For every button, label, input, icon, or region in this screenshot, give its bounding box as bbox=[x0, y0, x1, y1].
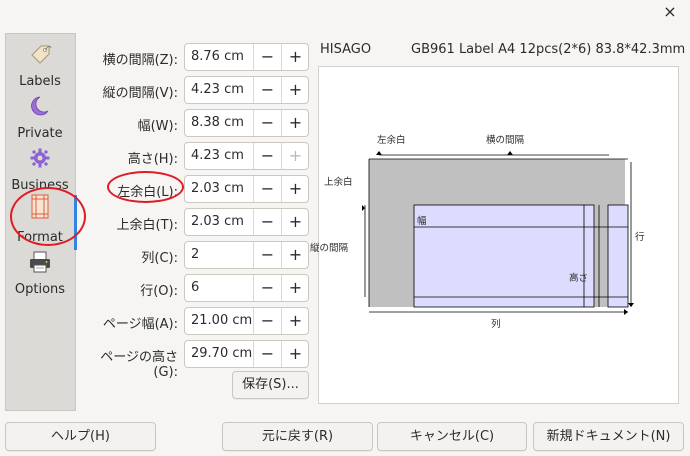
diagram-h-spacing-label: 横の間隔 bbox=[486, 135, 525, 146]
label-cell-1 bbox=[413, 204, 595, 308]
sidebar-item-label: Private bbox=[17, 126, 63, 141]
layout-diagram bbox=[362, 151, 634, 315]
save-button[interactable]: 保存(S)... bbox=[232, 371, 309, 399]
h-spacing-input[interactable]: 8.76 cm bbox=[191, 49, 253, 64]
columns-input[interactable]: 2 bbox=[191, 247, 253, 262]
category-sidebar: Labels Private Business Format Options bbox=[5, 33, 77, 411]
decrement-button[interactable]: − bbox=[253, 176, 281, 202]
diagram-row-label: 行 bbox=[635, 232, 645, 243]
reset-button[interactable]: 元に戻す(R) bbox=[222, 422, 373, 451]
increment-button[interactable]: + bbox=[281, 44, 309, 70]
increment-button: + bbox=[281, 143, 309, 169]
sidebar-item-labels[interactable]: Labels bbox=[6, 40, 74, 92]
increment-button[interactable]: + bbox=[281, 176, 309, 202]
diagram-width-label: 幅 bbox=[417, 216, 427, 227]
field-label: 高さ(H): bbox=[127, 152, 178, 167]
label-tag-icon bbox=[28, 42, 52, 66]
sidebar-item-business[interactable]: Business bbox=[6, 144, 74, 196]
decrement-button[interactable]: − bbox=[253, 308, 281, 334]
field-label: 左余白(L): bbox=[117, 185, 178, 200]
page-height-input[interactable]: 29.70 cm bbox=[191, 346, 253, 361]
field-left-margin: 左余白(L): 2.03 cm − + bbox=[78, 175, 310, 203]
decrement-button[interactable]: − bbox=[253, 143, 281, 169]
decrement-button[interactable]: − bbox=[253, 275, 281, 301]
field-label: ページ幅(A): bbox=[102, 317, 178, 332]
close-icon[interactable]: × bbox=[658, 1, 682, 23]
height-input[interactable]: 4.23 cm bbox=[191, 148, 253, 163]
width-spinbox: 8.38 cm − + bbox=[184, 109, 309, 137]
sidebar-item-label: Options bbox=[14, 282, 66, 297]
field-label: 幅(W): bbox=[137, 119, 178, 134]
preview-brand: HISAGO bbox=[320, 42, 372, 57]
field-columns: 列(C): 2 − + bbox=[78, 241, 310, 269]
sidebar-item-options[interactable]: Options bbox=[6, 248, 74, 300]
printer-icon bbox=[28, 250, 52, 274]
page-width-input[interactable]: 21.00 cm bbox=[191, 313, 253, 328]
field-label: 横の間隔(Z): bbox=[102, 53, 178, 68]
increment-button[interactable]: + bbox=[281, 275, 309, 301]
diagram-top-margin-label: 上余白 bbox=[324, 177, 353, 188]
decrement-button[interactable]: − bbox=[253, 242, 281, 268]
field-label: 縦の間隔(V): bbox=[102, 86, 178, 101]
height-spinbox: 4.23 cm − + bbox=[184, 142, 309, 170]
field-label: 行(O): bbox=[140, 284, 178, 299]
new-document-button[interactable]: 新規ドキュメント(N) bbox=[533, 422, 684, 451]
decrement-button[interactable]: − bbox=[253, 110, 281, 136]
moon-icon bbox=[28, 94, 52, 118]
field-page-width: ページ幅(A): 21.00 cm − + bbox=[78, 307, 310, 335]
rows-spinbox: 6 − + bbox=[184, 274, 309, 302]
field-label: 上余白(T): bbox=[116, 218, 178, 233]
h-spacing-spinbox: 8.76 cm − + bbox=[184, 43, 309, 71]
sidebar-item-label: Labels bbox=[19, 74, 61, 89]
sidebar-item-label: Business bbox=[11, 178, 69, 193]
increment-button[interactable]: + bbox=[281, 308, 309, 334]
field-page-height: ページの高さ(G): 29.70 cm − + bbox=[78, 340, 310, 380]
decrement-button[interactable]: − bbox=[253, 209, 281, 235]
increment-button[interactable]: + bbox=[281, 77, 309, 103]
label-cell-2 bbox=[607, 204, 629, 308]
decrement-button[interactable]: − bbox=[253, 341, 281, 367]
field-label: 列(C): bbox=[141, 251, 178, 266]
diagram-height-label: 高さ bbox=[569, 273, 589, 284]
field-label: ページの高さ(G): bbox=[100, 350, 178, 380]
sidebar-item-label: Format bbox=[17, 230, 63, 245]
diagram-v-spacing-label: 縦の間隔 bbox=[310, 243, 349, 254]
field-top-margin: 上余白(T): 2.03 cm − + bbox=[78, 208, 310, 236]
top-margin-input[interactable]: 2.03 cm bbox=[191, 214, 253, 229]
rows-input[interactable]: 6 bbox=[191, 280, 253, 295]
page-width-spinbox: 21.00 cm − + bbox=[184, 307, 309, 335]
decrement-button[interactable]: − bbox=[253, 44, 281, 70]
increment-button[interactable]: + bbox=[281, 242, 309, 268]
gear-icon bbox=[28, 146, 52, 170]
v-spacing-input[interactable]: 4.23 cm bbox=[191, 82, 253, 97]
increment-button[interactable]: + bbox=[281, 341, 309, 367]
field-v-spacing: 縦の間隔(V): 4.23 cm − + bbox=[78, 76, 310, 104]
window-title-bar: × bbox=[0, 0, 690, 26]
top-margin-spinbox: 2.03 cm − + bbox=[184, 208, 309, 236]
left-margin-spinbox: 2.03 cm − + bbox=[184, 175, 309, 203]
help-button[interactable]: ヘルプ(H) bbox=[5, 422, 156, 451]
page-height-spinbox: 29.70 cm − + bbox=[184, 340, 309, 368]
field-height: 高さ(H): 4.23 cm − + bbox=[78, 142, 310, 170]
field-width: 幅(W): 8.38 cm − + bbox=[78, 109, 310, 137]
columns-spinbox: 2 − + bbox=[184, 241, 309, 269]
left-margin-input[interactable]: 2.03 cm bbox=[191, 181, 253, 196]
field-h-spacing: 横の間隔(Z): 8.76 cm − + bbox=[78, 43, 310, 71]
sidebar-item-private[interactable]: Private bbox=[6, 92, 74, 144]
width-input[interactable]: 8.38 cm bbox=[191, 115, 253, 130]
increment-button[interactable]: + bbox=[281, 209, 309, 235]
active-indicator bbox=[74, 195, 77, 250]
cancel-button[interactable]: キャンセル(C) bbox=[377, 422, 527, 451]
decrement-button[interactable]: − bbox=[253, 77, 281, 103]
increment-button[interactable]: + bbox=[281, 110, 309, 136]
format-page-icon bbox=[28, 194, 52, 219]
sidebar-item-format[interactable]: Format bbox=[6, 194, 74, 248]
preview-product: GB961 Label A4 12pcs(2*6) 83.8*42.3mm bbox=[411, 42, 686, 57]
field-rows: 行(O): 6 − + bbox=[78, 274, 310, 302]
diagram-left-margin-label: 左余白 bbox=[377, 135, 406, 146]
diagram-column-label: 列 bbox=[491, 319, 501, 330]
layout-preview: 左余白 横の間隔 上余白 縦の間隔 幅 高さ 行 列 bbox=[310, 66, 679, 404]
v-spacing-spinbox: 4.23 cm − + bbox=[184, 76, 309, 104]
